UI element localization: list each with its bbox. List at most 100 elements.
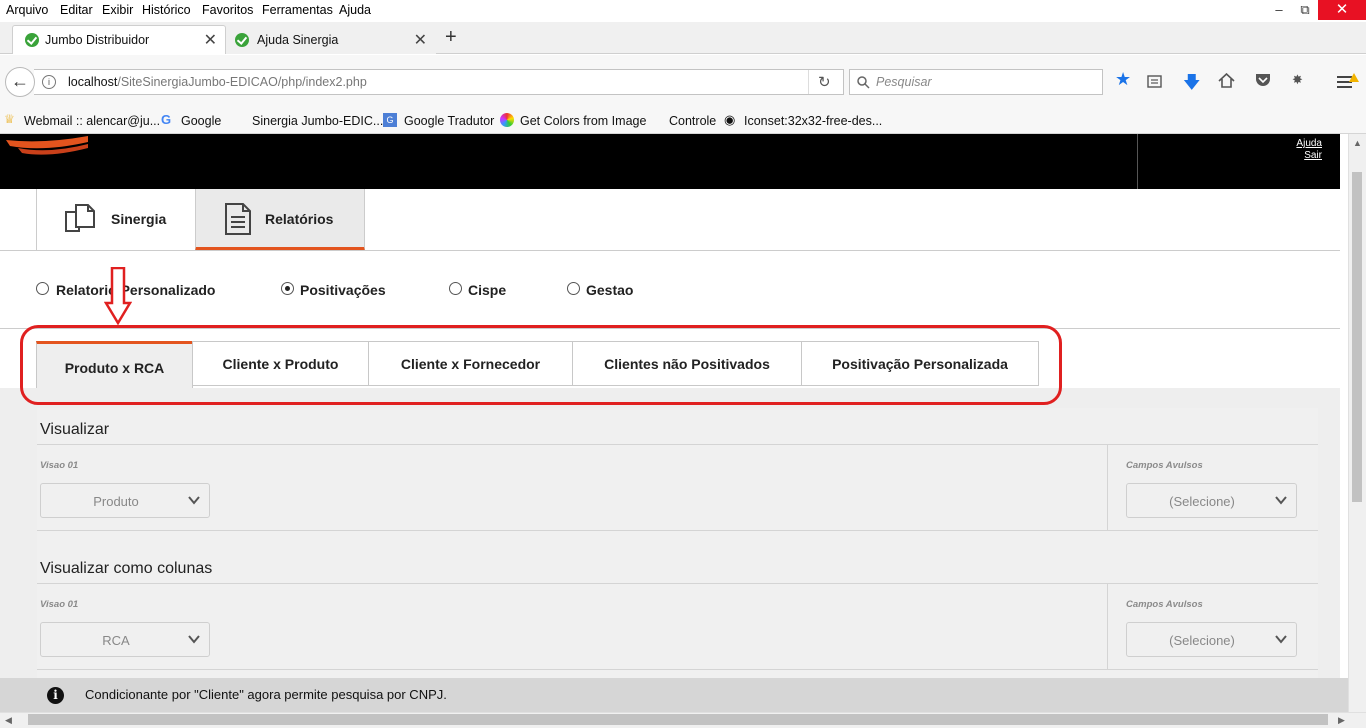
chevron-down-icon [1275,635,1287,644]
bookmark-controle[interactable]: Controle [669,114,716,128]
menu-favoritos[interactable]: Favoritos [202,3,253,17]
divider [37,444,1318,445]
copy-icon [65,204,95,232]
tab-sinergia-label: Sinergia [111,211,167,227]
browser-tab-jumbo[interactable]: Jumbo Distribuidor ✕ [12,25,226,54]
divider [37,530,1318,531]
divider [37,669,1318,670]
notification-bar: i Condicionante por "Cliente" agora perm… [0,678,1348,712]
logout-link[interactable]: Sair [1304,150,1322,161]
home-icon[interactable] [1218,73,1235,88]
check-icon [235,33,249,47]
tab-sinergia[interactable]: Sinergia [36,189,196,251]
download-icon[interactable]: 🡇 [1183,70,1200,99]
select-value: (Selecione) [1169,494,1235,509]
select-campos-avulsos-colunas[interactable]: (Selecione) [1126,622,1297,657]
bookmark-sinergia[interactable]: Sinergia Jumbo-EDIC... [252,114,383,128]
url-text: localhost/SiteSinergiaJumbo-EDICAO/php/i… [68,75,367,89]
search-input[interactable]: Pesquisar [849,69,1103,95]
restore-button[interactable]: ⧉ [1290,0,1320,20]
radio-positivacoes[interactable] [281,282,294,295]
menu-editar[interactable]: Editar [60,3,93,17]
url-bar[interactable]: i localhost/SiteSinergiaJumbo-EDICAO/php… [34,69,844,95]
logo-icon [6,136,88,155]
reload-icon[interactable]: ↻ [818,73,831,91]
tab-label: Jumbo Distribuidor [45,33,150,47]
close-tab-icon[interactable]: ✕ [414,30,427,50]
field-label-visao: Visao 01 [40,599,79,610]
translate-icon: G [383,113,397,127]
new-tab-button[interactable]: + [445,26,457,49]
radio-label-relatorio-personalizado: Relatorio Personalizado [56,282,216,298]
select-visao-01[interactable]: Produto [40,483,210,518]
radio-relatorio-personalizado[interactable] [36,282,49,295]
menu-ferramentas[interactable]: Ferramentas [262,3,333,17]
select-campos-avulsos[interactable]: (Selecione) [1126,483,1297,518]
divider [0,250,1340,251]
chevron-down-icon [188,496,200,505]
menu-ajuda[interactable]: Ajuda [339,3,371,17]
header-divider [1137,134,1138,189]
select-visao-01-colunas[interactable]: RCA [40,622,210,657]
document-icon [225,203,251,235]
bookmark-iconset[interactable]: Iconset:32x32-free-des... [744,114,882,128]
scroll-left-icon[interactable]: ◀ [5,715,12,726]
scroll-right-icon[interactable]: ▶ [1338,715,1345,726]
hamburger-menu-icon[interactable] [1336,72,1360,90]
radio-gestao[interactable] [567,282,580,295]
close-tab-icon[interactable]: ✕ [204,30,217,50]
eye-icon: ◉ [724,112,736,127]
tab-relatorios[interactable]: Relatórios [195,189,365,251]
select-value: (Selecione) [1169,633,1235,648]
select-value: RCA [102,633,130,648]
bookmark-tradutor[interactable]: Google Tradutor [404,114,494,128]
vertical-scroll-thumb[interactable] [1352,172,1362,502]
section-title-visualizar: Visualizar [40,421,110,438]
chevron-down-icon [1275,496,1287,505]
help-link[interactable]: Ajuda [1296,138,1322,149]
browser-tab-strip: Jumbo Distribuidor ✕ Ajuda Sinergia ✕ + [0,22,1366,54]
color-wheel-icon [500,113,514,127]
menu-arquivo[interactable]: Arquivo [6,3,48,17]
browser-tab-ajuda[interactable]: Ajuda Sinergia ✕ [226,25,436,54]
page-content: Ajuda Sair Sinergia Relatórios Relatorio… [0,134,1348,728]
menu-historico[interactable]: Histórico [142,3,191,17]
bookmark-webmail[interactable]: Webmail :: alencar@ju... [24,114,160,128]
tab-label: Ajuda Sinergia [257,33,339,47]
field-label-visao: Visao 01 [40,460,79,471]
pocket-icon[interactable] [1255,73,1271,88]
section-title-visualizar-colunas: Visualizar como colunas [40,560,213,577]
divider [1107,583,1108,670]
back-button[interactable]: ← [5,67,35,97]
horizontal-scroll-thumb[interactable] [28,714,1328,725]
menu-bar: Arquivo Editar Exibir Histórico Favorito… [0,0,1366,22]
search-icon [857,76,870,89]
menu-exibir[interactable]: Exibir [102,3,133,17]
divider [37,583,1318,584]
radio-label-gestao: Gestao [586,282,634,298]
bookmarks-bar: ♕ Webmail :: alencar@ju... G Google Sine… [0,107,1366,235]
url-divider [808,70,809,94]
site-header: Ajuda Sair [0,134,1340,189]
reading-list-icon[interactable] [1147,74,1162,88]
info-icon: i [47,687,64,704]
google-icon: G [161,112,172,127]
annotation-arrow-icon [104,267,132,325]
annotation-highlight [20,325,1062,405]
select-value: Produto [93,494,139,509]
divider [1107,444,1108,531]
bookmark-get-colors[interactable]: Get Colors from Image [520,114,646,128]
extension-icon[interactable]: ✸ [1292,72,1303,88]
url-path: /SiteSinergiaJumbo-EDICAO/php/index2.php [117,75,367,89]
info-icon[interactable]: i [42,75,56,89]
radio-label-cispe: Cispe [468,282,507,298]
close-window-button[interactable]: ✕ [1318,0,1366,20]
bookmark-google[interactable]: Google [181,114,221,128]
check-icon [25,33,39,47]
notification-text: Condicionante por "Cliente" agora permit… [85,687,447,702]
tab-relatorios-label: Relatórios [265,211,334,227]
scroll-up-icon[interactable]: ▲ [1353,138,1362,148]
url-host: localhost [68,75,118,89]
radio-cispe[interactable] [449,282,462,295]
bookmark-star-icon[interactable]: ★ [1115,69,1131,90]
